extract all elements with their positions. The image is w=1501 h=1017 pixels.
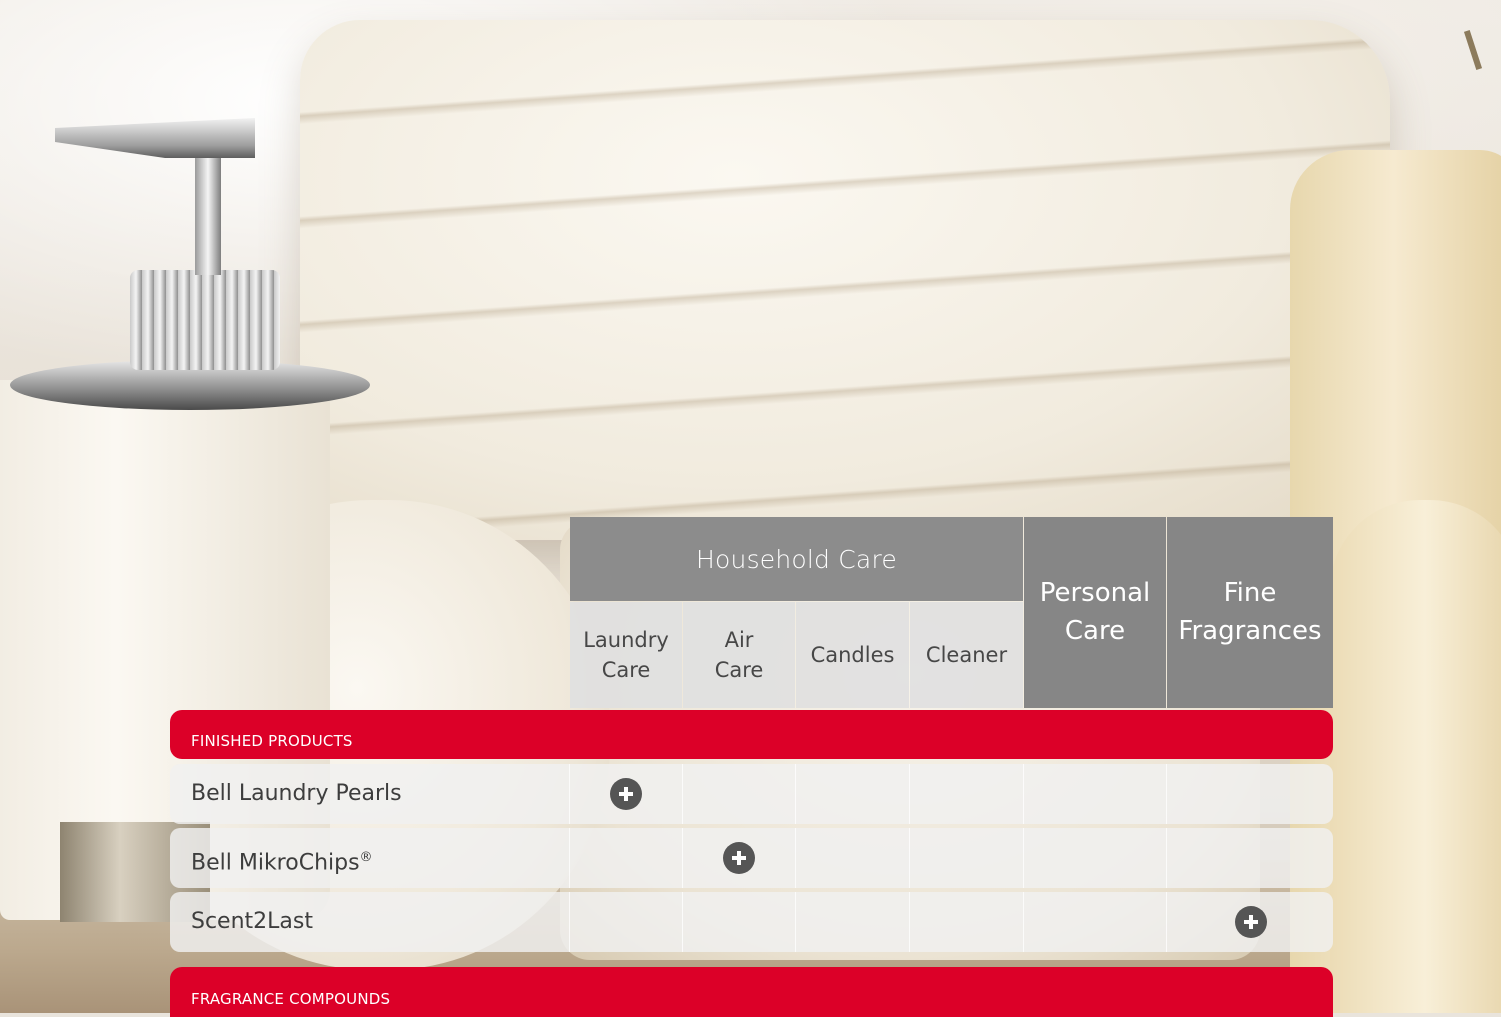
- header-fine-fragrances-label: Fine Fragrances: [1178, 577, 1322, 646]
- cell-laundry-care: [569, 764, 682, 824]
- header-personal-care: Personal Care: [1024, 517, 1166, 708]
- cell-personal-care: [1023, 892, 1166, 952]
- subheader-laundry-care: Laundry Care: [570, 602, 682, 708]
- row-label-text: Bell MikroChips: [191, 850, 360, 876]
- cell-fine-fragrances: [1166, 892, 1333, 952]
- subheader-air-care: Air Care: [683, 602, 795, 708]
- table-row: Bell Laundry Pearls: [170, 764, 1333, 824]
- subheader-candles: Candles: [796, 602, 909, 708]
- header-personal-care-label: Personal Care: [1039, 577, 1151, 646]
- product-application-matrix: Household Care Personal Care Fine Fragra…: [0, 0, 1501, 1017]
- row-label-bell-mikrochips: Bell MikroChips®: [191, 828, 373, 888]
- subheader-cleaner: Cleaner: [910, 602, 1023, 708]
- header-household-care: Household Care: [570, 517, 1023, 601]
- row-label-scent2last: Scent2Last: [191, 909, 313, 934]
- plus-icon[interactable]: [723, 842, 755, 874]
- section-fragrance-compounds: FRAGRANCE COMPOUNDS: [170, 967, 1333, 1017]
- table-row: Scent2Last: [170, 892, 1333, 952]
- cell-personal-care: [1023, 764, 1166, 824]
- cell-candles: [795, 828, 909, 888]
- cell-fine-fragrances: [1166, 764, 1333, 824]
- cell-cleaner: [909, 828, 1023, 888]
- cell-air-care: [682, 892, 795, 952]
- cell-air-care: [682, 828, 795, 888]
- cell-cleaner: [909, 764, 1023, 824]
- header-fine-fragrances: Fine Fragrances: [1167, 517, 1333, 708]
- cell-personal-care: [1023, 828, 1166, 888]
- cell-candles: [795, 892, 909, 952]
- cell-laundry-care: [569, 892, 682, 952]
- registered-mark: ®: [359, 850, 373, 865]
- cell-air-care: [682, 764, 795, 824]
- section-finished-products: FINISHED PRODUCTS: [170, 710, 1333, 759]
- plus-icon[interactable]: [610, 778, 642, 810]
- cell-laundry-care: [569, 828, 682, 888]
- row-label-bell-laundry-pearls: Bell Laundry Pearls: [191, 781, 402, 806]
- table-row: Bell MikroChips®: [170, 828, 1333, 888]
- plus-icon[interactable]: [1234, 906, 1267, 938]
- cell-candles: [795, 764, 909, 824]
- cell-fine-fragrances: [1166, 828, 1333, 888]
- cell-cleaner: [909, 892, 1023, 952]
